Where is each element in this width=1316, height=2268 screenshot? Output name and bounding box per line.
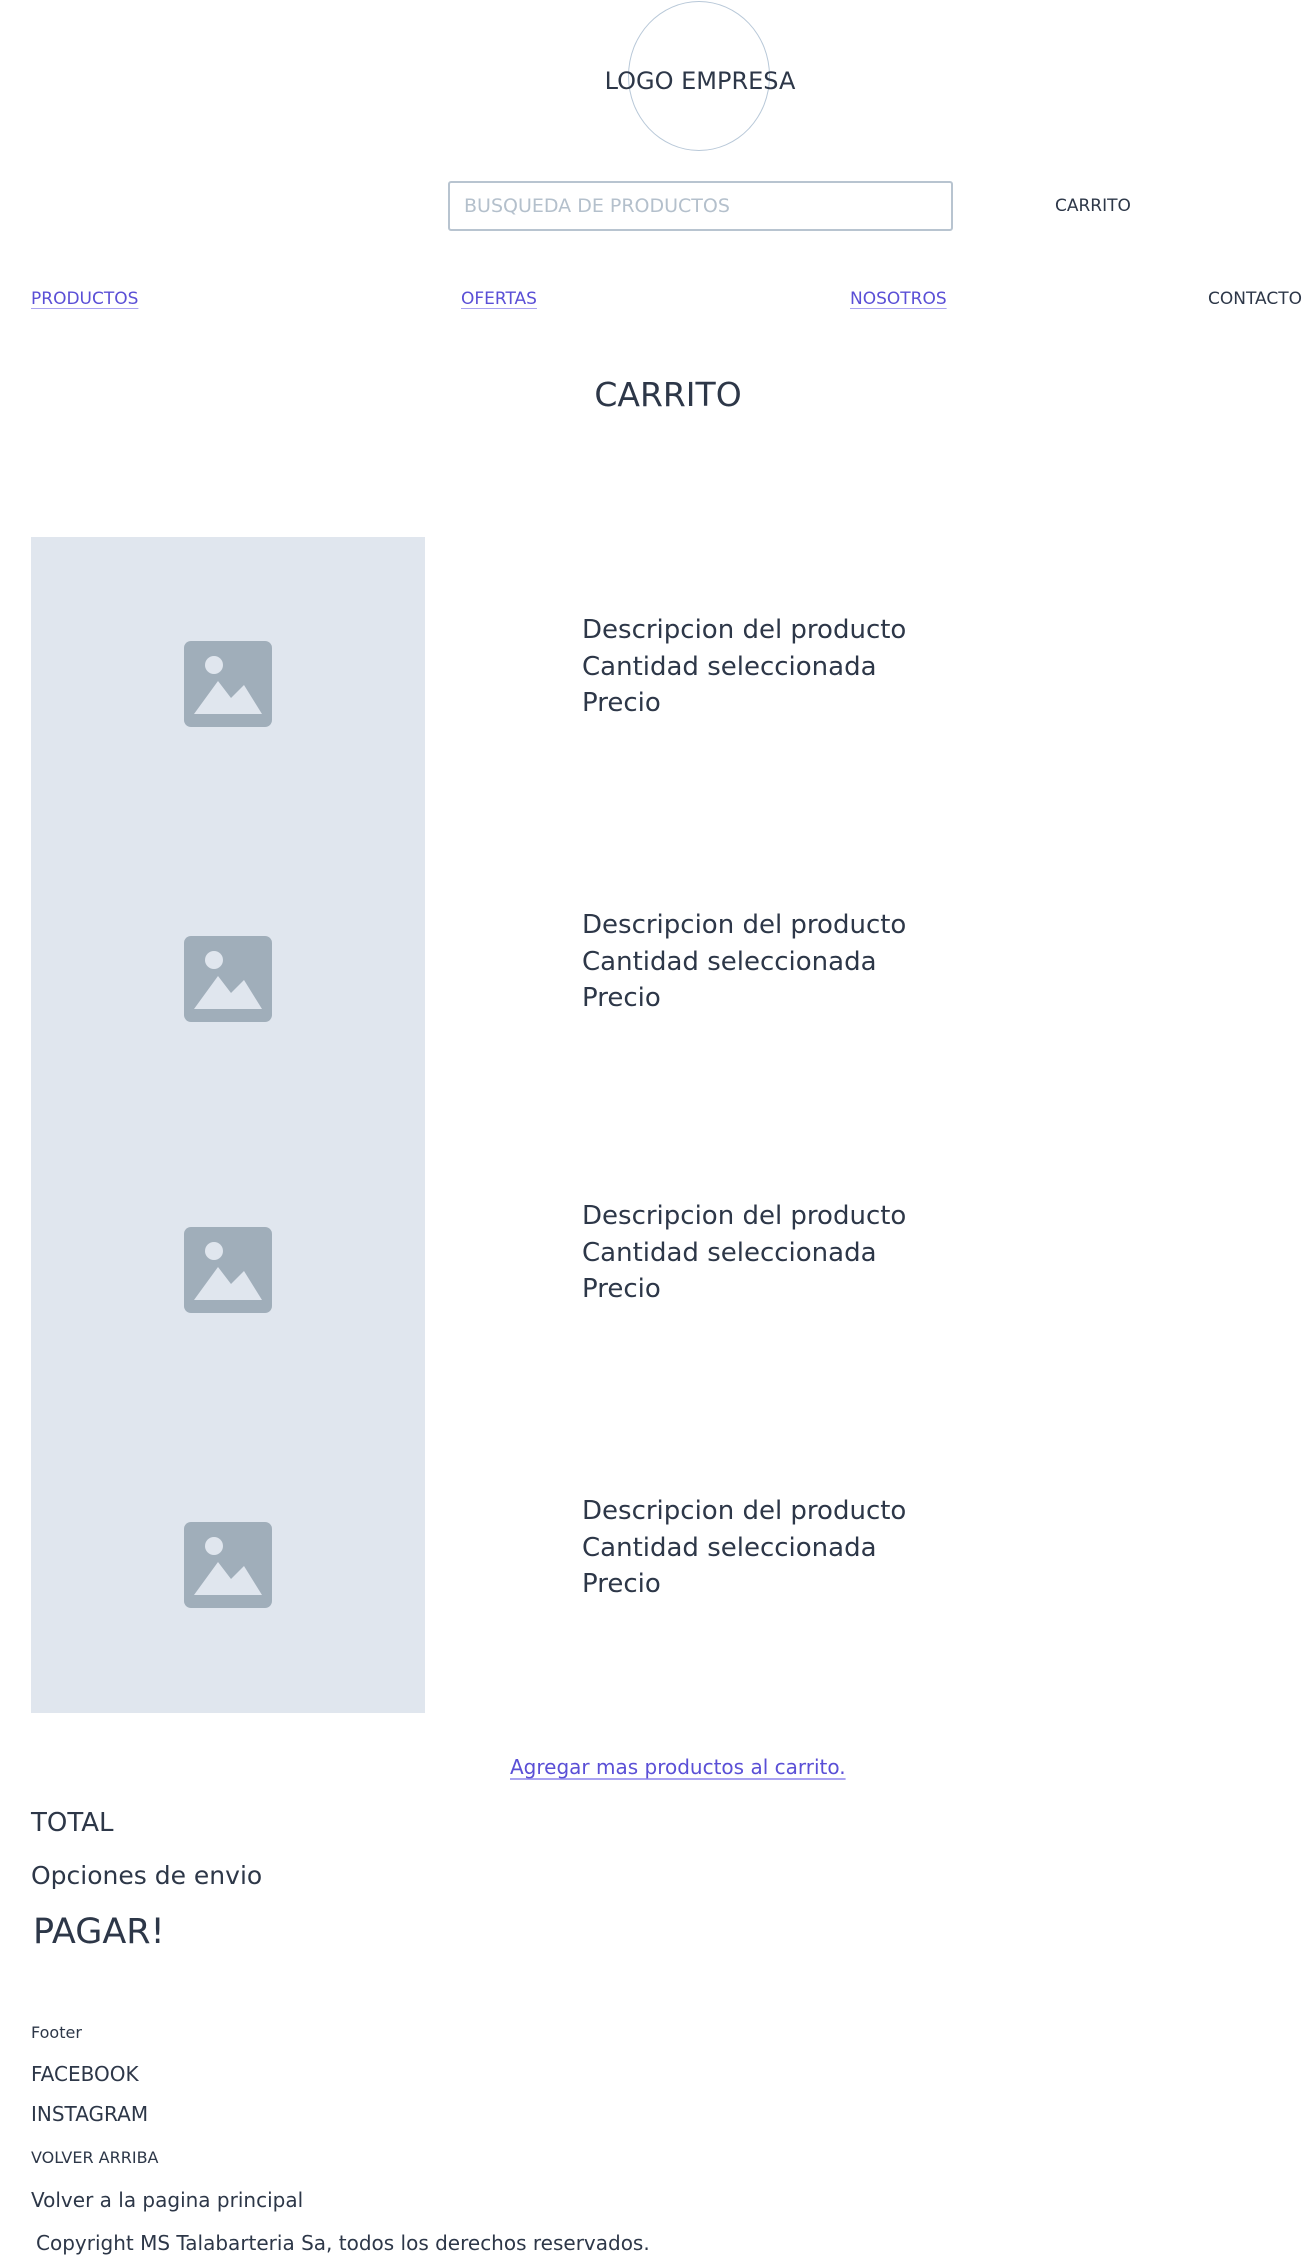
cart-item: Descripcion del producto Cantidad selecc…: [582, 907, 906, 1017]
facebook-link[interactable]: FACEBOOK: [31, 2060, 139, 2088]
nav-nosotros[interactable]: NOSOTROS: [850, 287, 947, 311]
product-quantity: Cantidad seleccionada: [582, 946, 877, 977]
product-quantity: Cantidad seleccionada: [582, 1237, 877, 1268]
product-description: Descripcion del producto: [582, 1201, 907, 1231]
footer-title: Footer: [31, 2023, 82, 2042]
product-description: Descripcion del producto: [582, 1496, 907, 1526]
pay-button[interactable]: PAGAR!: [33, 1909, 165, 1955]
cart-item: Descripcion del producto Cantidad selecc…: [582, 1198, 906, 1308]
copyright-text: Copyright MS Talabarteria Sa, todos los …: [36, 2231, 650, 2255]
instagram-link[interactable]: INSTAGRAM: [31, 2100, 148, 2128]
image-placeholder-icon: [184, 641, 272, 727]
image-placeholder-icon: [184, 1227, 272, 1313]
cart-item: Descripcion del producto Cantidad selecc…: [582, 612, 906, 722]
product-image-column: [31, 537, 425, 1713]
page-title: CARRITO: [594, 375, 742, 414]
product-price: Precio: [582, 1274, 661, 1304]
product-price: Precio: [582, 688, 661, 718]
product-quantity: Cantidad seleccionada: [582, 651, 877, 682]
nav-productos[interactable]: PRODUCTOS: [31, 287, 138, 311]
image-placeholder-icon: [184, 936, 272, 1022]
cart-item: Descripcion del producto Cantidad selecc…: [582, 1493, 906, 1603]
product-price: Precio: [582, 1569, 661, 1599]
nav-ofertas[interactable]: OFERTAS: [461, 287, 537, 311]
shipping-options[interactable]: Opciones de envio: [31, 1859, 262, 1893]
nav-contacto[interactable]: CONTACTO: [1208, 287, 1302, 311]
product-quantity: Cantidad seleccionada: [582, 1532, 877, 1563]
image-placeholder-icon: [184, 1522, 272, 1608]
total-label: TOTAL: [31, 1808, 114, 1838]
product-description: Descripcion del producto: [582, 615, 907, 645]
add-more-products-link[interactable]: Agregar mas productos al carrito.: [510, 1753, 846, 1781]
product-description: Descripcion del producto: [582, 910, 907, 940]
main-page-link[interactable]: Volver a la pagina principal: [31, 2186, 303, 2214]
cart-link[interactable]: CARRITO: [1055, 194, 1131, 218]
back-to-top-link[interactable]: VOLVER ARRIBA: [31, 2147, 159, 2169]
product-search-input[interactable]: [448, 181, 953, 231]
company-logo[interactable]: LOGO EMPRESA: [560, 66, 840, 96]
product-price: Precio: [582, 983, 661, 1013]
